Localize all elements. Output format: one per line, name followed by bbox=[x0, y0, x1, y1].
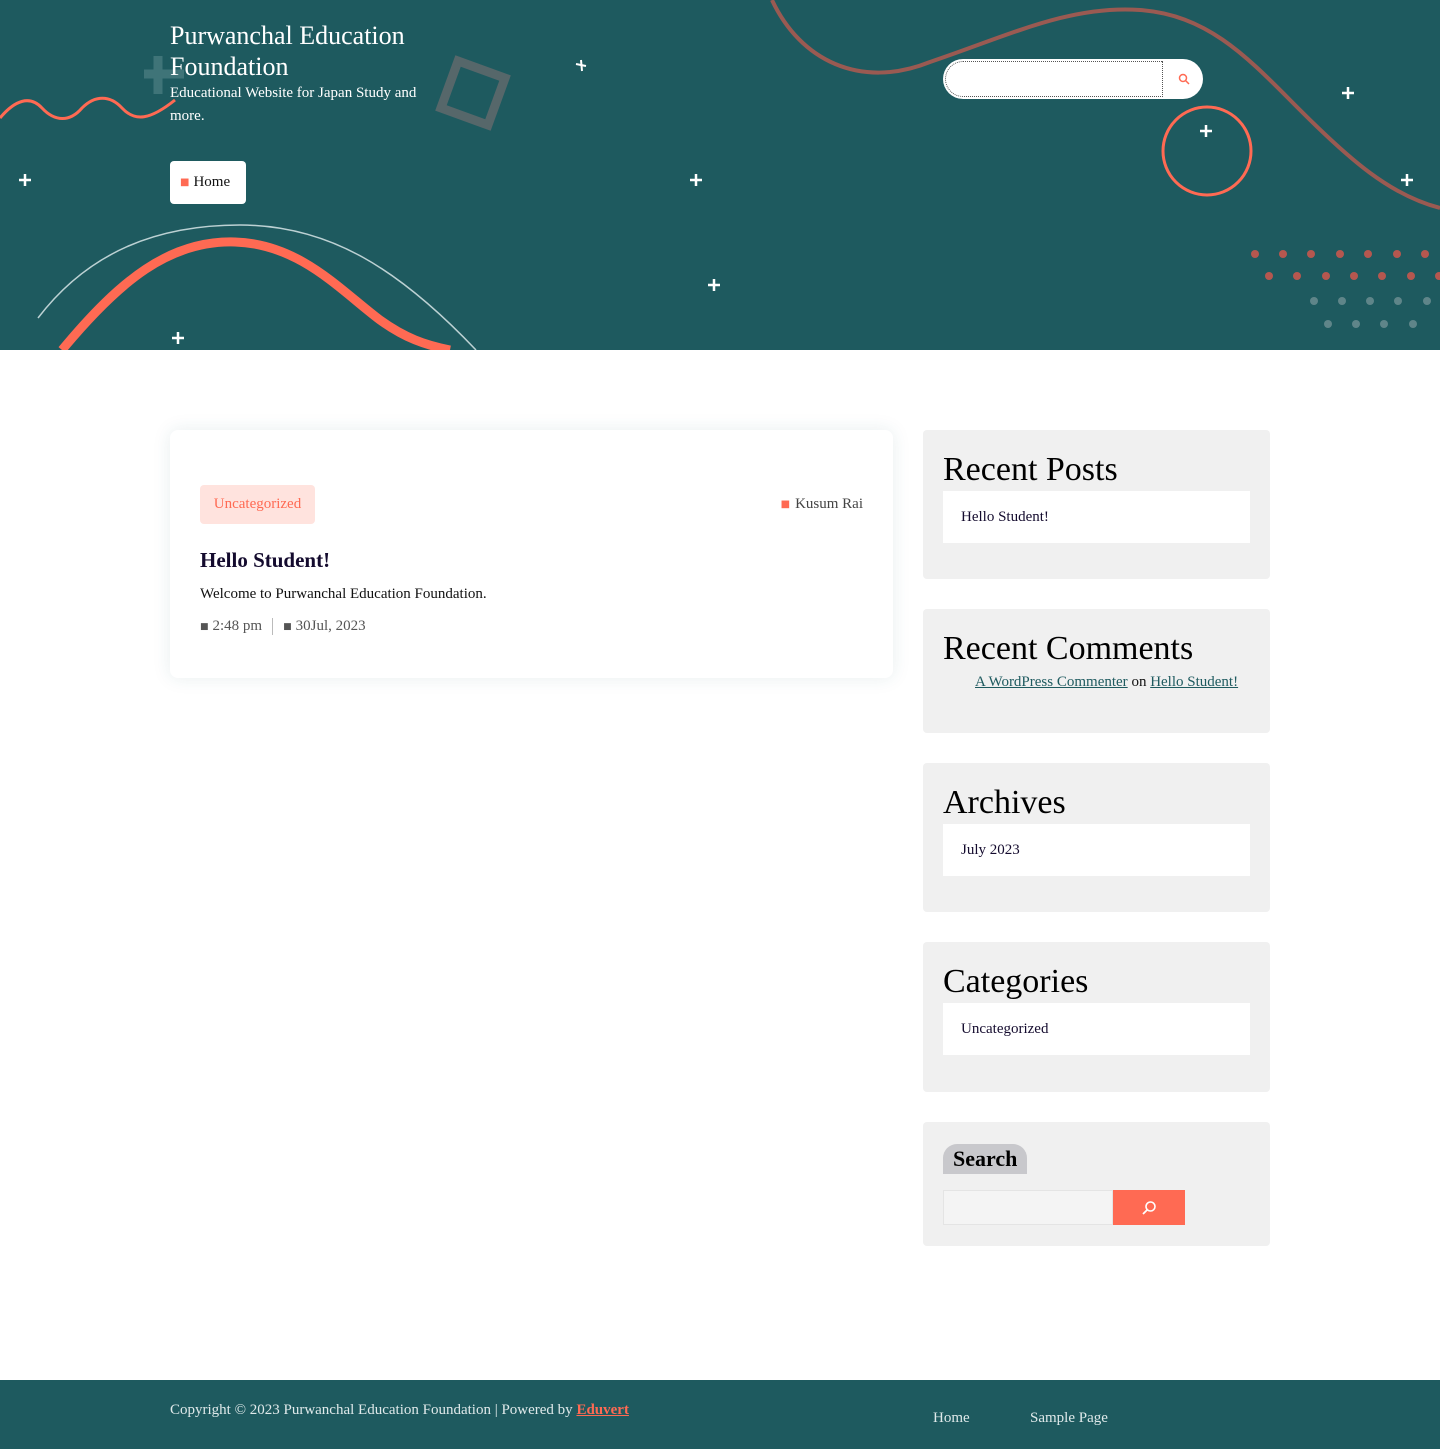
nav-home-button[interactable]: ■ Home bbox=[170, 161, 246, 204]
archive-link[interactable]: July 2023 bbox=[943, 824, 1250, 876]
author-name: Kusum Rai bbox=[795, 496, 863, 512]
nav-home-label: Home bbox=[193, 174, 231, 190]
widget-title: Recent Comments bbox=[943, 630, 1194, 667]
widget-title: Archives bbox=[943, 784, 1066, 821]
recent-post-link[interactable]: Hello Student! bbox=[943, 491, 1250, 543]
post-time: 2:48 pm bbox=[212, 618, 263, 634]
widget-title: Categories bbox=[943, 963, 1089, 1000]
meta-divider bbox=[272, 618, 274, 635]
header-search bbox=[943, 59, 1203, 99]
powered-by-link[interactable]: Eduvert bbox=[576, 1402, 629, 1418]
widget-archives: Archives July 2023 bbox=[923, 763, 1270, 912]
header-search-button[interactable] bbox=[1164, 59, 1203, 99]
home-icon: ■ bbox=[180, 177, 190, 188]
search-widget-label: Search bbox=[943, 1144, 1028, 1174]
comment-entry: A WordPress Commenter on Hello Student! bbox=[975, 674, 1238, 691]
footer-nav-home[interactable]: Home bbox=[933, 1410, 970, 1427]
search-icon bbox=[1142, 1200, 1156, 1215]
widget-recent-comments: Recent Comments A WordPress Commenter on… bbox=[923, 609, 1270, 733]
copyright: Copyright © 2023 Purwanchal Education Fo… bbox=[170, 1402, 629, 1419]
sidebar-search-input[interactable] bbox=[943, 1190, 1113, 1225]
widget-search: Search bbox=[923, 1122, 1270, 1246]
comment-on-text: on bbox=[1131, 674, 1147, 690]
category-link[interactable]: Uncategorized bbox=[943, 1003, 1250, 1055]
site-header: Purwanchal Education Foundation Educatio… bbox=[0, 0, 1440, 350]
comment-post-link[interactable]: Hello Student! bbox=[1150, 674, 1238, 690]
site-tagline: Educational Website for Japan Study and … bbox=[170, 85, 417, 124]
header-search-input[interactable] bbox=[945, 61, 1163, 97]
widget-recent-posts: Recent Posts Hello Student! bbox=[923, 430, 1270, 579]
category-badge[interactable]: Uncategorized bbox=[200, 485, 315, 524]
user-icon: ■ bbox=[780, 499, 791, 510]
post-excerpt: Welcome to Purwanchal Education Foundati… bbox=[200, 586, 487, 602]
sidebar-search-button[interactable] bbox=[1113, 1190, 1185, 1225]
calendar-icon: ■ bbox=[283, 621, 292, 632]
comment-author-link[interactable]: A WordPress Commenter bbox=[975, 674, 1128, 690]
post-date: 30Jul, 2023 bbox=[295, 618, 366, 634]
post-card: Uncategorized ■ Kusum Rai Hello Student!… bbox=[170, 430, 893, 678]
site-footer: Copyright © 2023 Purwanchal Education Fo… bbox=[0, 1380, 1440, 1449]
post-author[interactable]: ■ Kusum Rai bbox=[781, 496, 863, 513]
post-meta: ■ 2:48 pm ■ 30Jul, 2023 bbox=[200, 618, 366, 635]
footer-nav-sample-page[interactable]: Sample Page bbox=[1030, 1410, 1108, 1427]
widget-title: Recent Posts bbox=[943, 451, 1118, 488]
site-title[interactable]: Purwanchal Education Foundation bbox=[170, 20, 430, 82]
widget-categories: Categories Uncategorized bbox=[923, 942, 1270, 1092]
copyright-text: Copyright © 2023 Purwanchal Education Fo… bbox=[170, 1402, 573, 1418]
clock-icon: ■ bbox=[200, 621, 209, 632]
search-icon bbox=[1178, 73, 1190, 85]
post-title[interactable]: Hello Student! bbox=[200, 548, 330, 573]
